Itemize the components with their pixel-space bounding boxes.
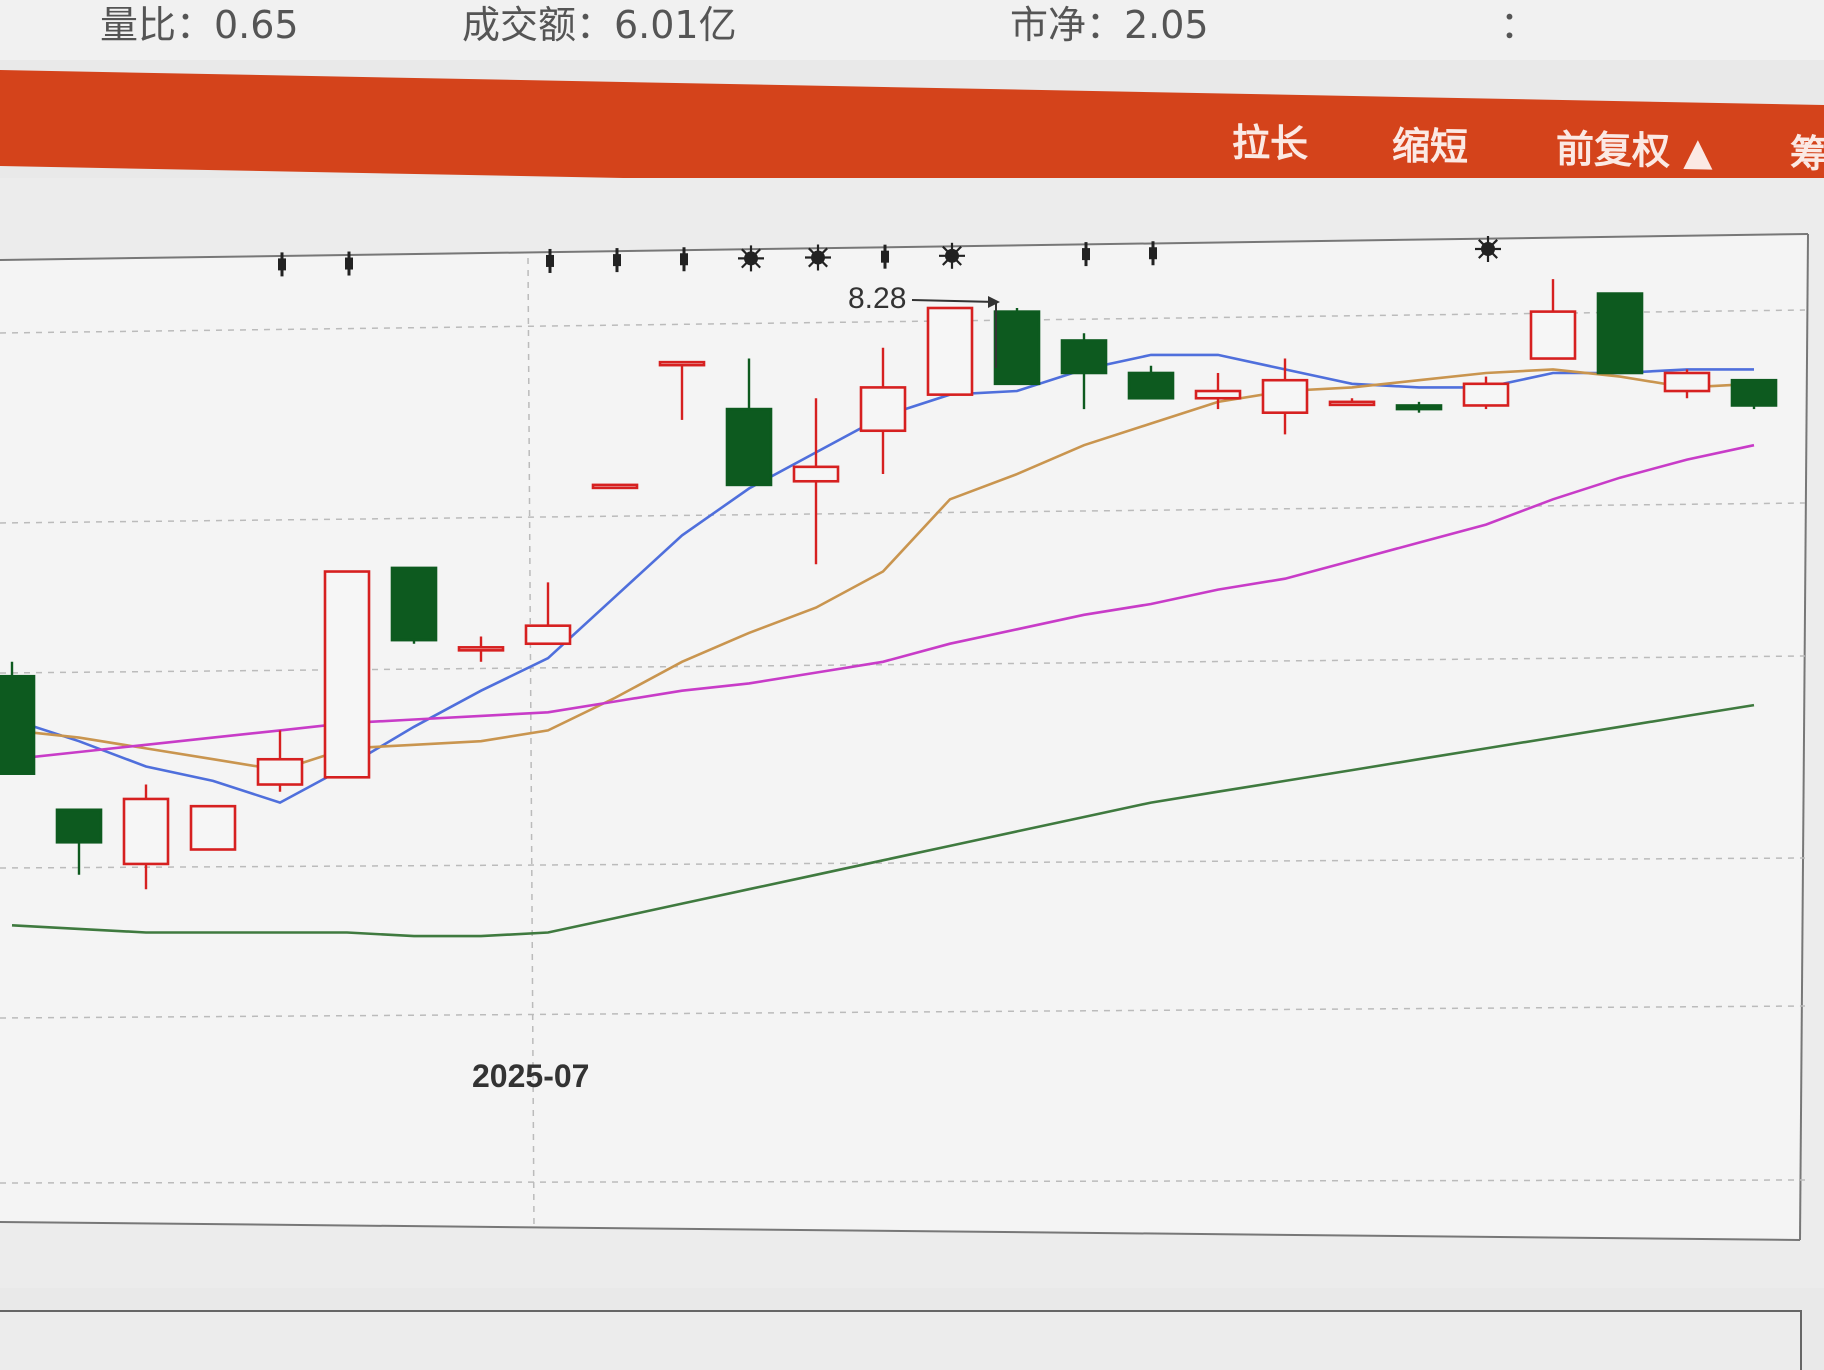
candle-body <box>593 485 637 488</box>
candle-body <box>794 467 838 481</box>
volume-ratio-stat: 量比：0.65 <box>100 0 299 49</box>
candle-down <box>0 662 34 774</box>
candle-body <box>1330 402 1374 405</box>
candle-body <box>1062 340 1106 372</box>
candle-body <box>660 362 704 365</box>
candle-body <box>995 312 1039 384</box>
signal-pin-head <box>1149 247 1157 259</box>
signal-star-marker <box>805 245 831 271</box>
turnover-stat: 成交额：6.01亿 <box>462 0 737 49</box>
candle-body <box>191 806 235 849</box>
candle-up <box>593 485 637 488</box>
candle-body <box>526 626 570 644</box>
pb-ratio-stat: 市净：2.05 <box>1010 0 1209 49</box>
candle-body <box>1196 391 1240 398</box>
signal-pin-head <box>278 258 286 270</box>
candle-down <box>392 568 436 644</box>
candle-body <box>861 387 905 430</box>
candle-down <box>995 308 1039 384</box>
kline-chart[interactable]: 8.28 <box>0 178 1824 1288</box>
signal-pin-head <box>613 254 621 266</box>
candle-body <box>727 409 771 485</box>
candle-body <box>325 572 369 778</box>
signal-pin-head <box>546 255 554 267</box>
candle-body <box>392 568 436 640</box>
kline-chart-area[interactable]: 8.28 2025-07 <box>0 178 1824 1288</box>
sub-indicator-panel <box>0 1310 1802 1370</box>
signal-star-marker <box>1475 236 1501 262</box>
candle-up <box>191 806 235 849</box>
candle-body <box>258 759 302 784</box>
candle-body <box>124 799 168 864</box>
candle-down <box>1732 380 1776 409</box>
candle-body <box>57 810 101 842</box>
signal-star-marker <box>939 243 965 269</box>
candle-body <box>1397 405 1441 409</box>
high-price-label: 8.28 <box>848 282 906 315</box>
signal-pin-head <box>881 251 889 263</box>
candle-body <box>459 647 503 650</box>
candle-down <box>1598 294 1642 373</box>
signal-pin-head <box>345 258 353 270</box>
plot-background <box>0 234 1808 1240</box>
stretch-button[interactable]: 拉长 <box>1232 100 1308 187</box>
signal-star-marker <box>738 245 764 271</box>
signal-pin-head <box>680 253 688 265</box>
candle-body <box>1263 380 1307 412</box>
candle-up <box>325 572 369 778</box>
candle-up <box>928 308 972 395</box>
cut-off-stat: ： <box>1500 0 1538 49</box>
candle-body <box>1464 384 1508 406</box>
candle-body <box>1665 373 1709 391</box>
candle-body <box>1598 294 1642 373</box>
candle-body <box>1129 373 1173 398</box>
x-axis-date-label: 2025-07 <box>472 1058 589 1095</box>
signal-pin-head <box>1082 248 1090 260</box>
quote-stats-row: 量比：0.65 成交额：6.01亿 市净：2.05 ： <box>0 0 1824 60</box>
candle-body <box>1531 312 1575 359</box>
candle-body <box>1732 380 1776 405</box>
candle-body <box>928 308 972 395</box>
candle-body <box>0 676 34 773</box>
